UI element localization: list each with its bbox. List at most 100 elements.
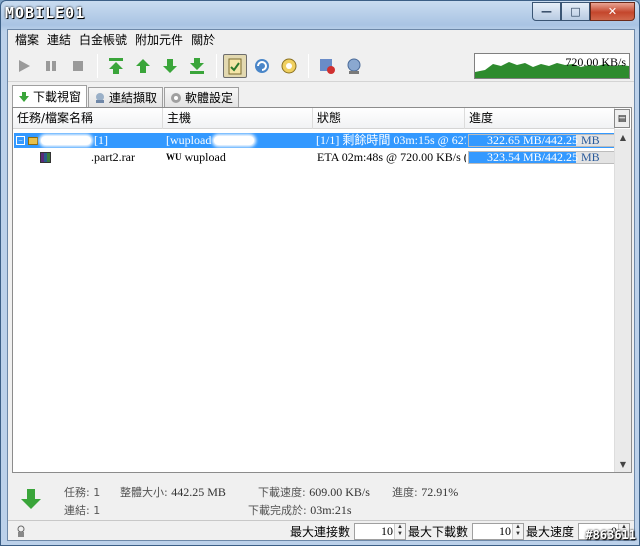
package-progress-cell: 322.65 MB/442.25 MB — [466, 133, 616, 148]
speed-readout: 720.00 KB/s — [565, 55, 626, 69]
links-count: 連結: 1 — [64, 504, 101, 517]
max-connections-value: 10 — [380, 523, 393, 538]
toolbar: 720.00 KB/s — [8, 50, 634, 82]
refresh-button[interactable] — [250, 54, 274, 78]
column-header-status[interactable]: 狀態 — [313, 108, 465, 129]
tab-link-grabber[interactable]: 連結擷取 — [88, 87, 164, 107]
package-name: [1] — [94, 133, 108, 147]
settings-button[interactable] — [277, 54, 301, 78]
file-progress-cell: 323.54 MB/442.25 MB — [466, 150, 616, 165]
package-host: [wupload — [166, 133, 212, 147]
maximize-button[interactable]: □ — [561, 2, 590, 21]
column-header-host[interactable]: 主機 — [163, 108, 313, 129]
refresh-icon — [255, 58, 269, 73]
bottom-bar: 最大連接數 10 ▲ ▼ 最大下載數 10 ▲ ▼ 最大速度 0 ▲ ▼ — [8, 520, 634, 541]
overall-progress: 進度: 72.91% — [392, 485, 459, 499]
pause-button[interactable] — [39, 54, 63, 78]
connection-status-icon[interactable] — [14, 524, 28, 538]
column-header-progress[interactable]: 進度 — [465, 108, 615, 129]
download-status-icon — [21, 489, 41, 509]
stepper-arrows-icon[interactable]: ▲ ▼ — [393, 523, 405, 539]
wupload-host-icon: WU — [166, 152, 182, 162]
max-downloads-stepper[interactable]: 10 ▲ ▼ — [471, 522, 524, 540]
play-icon — [19, 59, 30, 72]
reconnect-icon — [320, 58, 335, 74]
max-connections-label: 最大連接數 — [289, 524, 350, 539]
play-button[interactable] — [12, 54, 36, 78]
tab-strip: 下載視窗 連結擷取 軟體設定 — [12, 85, 240, 107]
tab-downloads[interactable]: 下載視窗 — [12, 85, 88, 107]
move-down-button[interactable] — [158, 54, 182, 78]
move-down-icon — [163, 58, 177, 73]
client-area: 檔案 連結 白金帳號 附加元件 關於 720.00 KB/s 下載視窗 連結擷取… — [7, 29, 635, 541]
progress-bar: 323.54 MB/442.25 MB — [468, 150, 616, 164]
menu-file[interactable]: 檔案 — [11, 31, 43, 49]
column-header-name[interactable]: 任務/檔案名稱 — [13, 108, 163, 129]
network-button[interactable] — [342, 54, 366, 78]
speed-graph: 720.00 KB/s — [474, 53, 630, 79]
move-bottom-button[interactable] — [185, 54, 209, 78]
table-row[interactable]: .part2.rar WU wupload ETA 02m:48s @ 720.… — [14, 150, 616, 165]
move-up-icon — [136, 58, 150, 73]
menu-addons[interactable]: 附加元件 — [131, 31, 187, 49]
toolbar-separator — [97, 53, 98, 78]
rar-file-icon — [40, 152, 51, 163]
vertical-scrollbar[interactable]: ▲ ▼ — [614, 129, 631, 472]
move-top-button[interactable] — [104, 54, 128, 78]
menu-bar: 檔案 連結 白金帳號 附加元件 關於 — [8, 30, 634, 50]
menu-links[interactable]: 連結 — [43, 31, 75, 49]
scroll-up-arrow-icon[interactable]: ▲ — [615, 129, 631, 145]
package-name-cell: − [1] — [14, 133, 164, 148]
settings-icon — [281, 58, 297, 73]
download-arrow-icon — [19, 91, 29, 102]
stop-button[interactable] — [66, 54, 90, 78]
redacted-host — [214, 136, 255, 145]
progress-text: 322.65 MB/442.25 MB — [487, 133, 600, 147]
close-button[interactable]: ✕ — [590, 2, 635, 21]
redacted-name — [54, 153, 88, 162]
mobile01-logo: MOBILE01 — [5, 4, 86, 22]
reconnect-button[interactable] — [315, 54, 339, 78]
stepper-arrows-icon[interactable]: ▲ ▼ — [511, 523, 523, 539]
menu-premium[interactable]: 白金帳號 — [75, 31, 131, 49]
tab-settings[interactable]: 軟體設定 — [164, 87, 240, 107]
table-row[interactable]: − [1] [wupload [1/1] 剩餘時間 03m:15s @ 627 … — [14, 133, 616, 148]
scroll-down-arrow-icon[interactable]: ▼ — [615, 456, 631, 472]
move-bottom-icon — [190, 57, 204, 74]
pause-icon — [46, 60, 56, 71]
network-icon — [347, 58, 361, 74]
file-host: wupload — [184, 150, 226, 164]
collapse-icon[interactable]: − — [16, 136, 25, 145]
move-up-button[interactable] — [131, 54, 155, 78]
stop-icon — [73, 60, 83, 71]
column-chooser-button[interactable]: ▤ — [614, 109, 630, 128]
package-icon — [28, 136, 38, 145]
finish-eta: 下載完成於: 03m:21s — [248, 503, 352, 517]
toolbar-separator — [216, 53, 217, 78]
gear-icon — [171, 92, 182, 103]
max-speed-label: 最大速度 — [525, 524, 574, 539]
menu-about[interactable]: 關於 — [187, 31, 219, 49]
redacted-name — [41, 136, 91, 145]
status-panel: 任務: 1 整體大小: 442.25 MB 下載速度: 609.00 KB/s … — [12, 478, 632, 520]
column-chooser-icon: ▤ — [617, 113, 627, 124]
watermark: #863611 — [585, 528, 636, 542]
clipboard-monitor-icon — [228, 58, 242, 74]
minimize-button[interactable]: — — [532, 2, 561, 21]
file-host-cell: WU wupload — [164, 150, 314, 165]
package-status: [1/1] 剩餘時間 03m:15s @ 627 — [316, 133, 466, 147]
max-connections-stepper[interactable]: 10 ▲ ▼ — [353, 522, 406, 540]
file-name-cell: .part2.rar — [14, 150, 164, 165]
move-top-icon — [109, 57, 123, 74]
tab-settings-label: 軟體設定 — [185, 91, 234, 105]
progress-bar: 322.65 MB/442.25 MB — [468, 133, 616, 147]
title-bar[interactable]: MOBILE01 — □ ✕ — [1, 1, 639, 29]
window-controls: — □ ✕ — [532, 2, 635, 21]
package-host-cell: [wupload — [164, 133, 314, 148]
total-size: 整體大小: 442.25 MB — [120, 485, 226, 499]
file-status: ETA 02m:48s @ 720.00 KB/s (1 — [317, 150, 466, 164]
clipboard-monitor-button[interactable] — [223, 53, 247, 78]
max-downloads-value: 10 — [498, 523, 511, 538]
tab-link-grabber-label: 連結擷取 — [109, 91, 158, 105]
application-window: MOBILE01 — □ ✕ 檔案 連結 白金帳號 附加元件 關於 720.00… — [0, 0, 640, 546]
